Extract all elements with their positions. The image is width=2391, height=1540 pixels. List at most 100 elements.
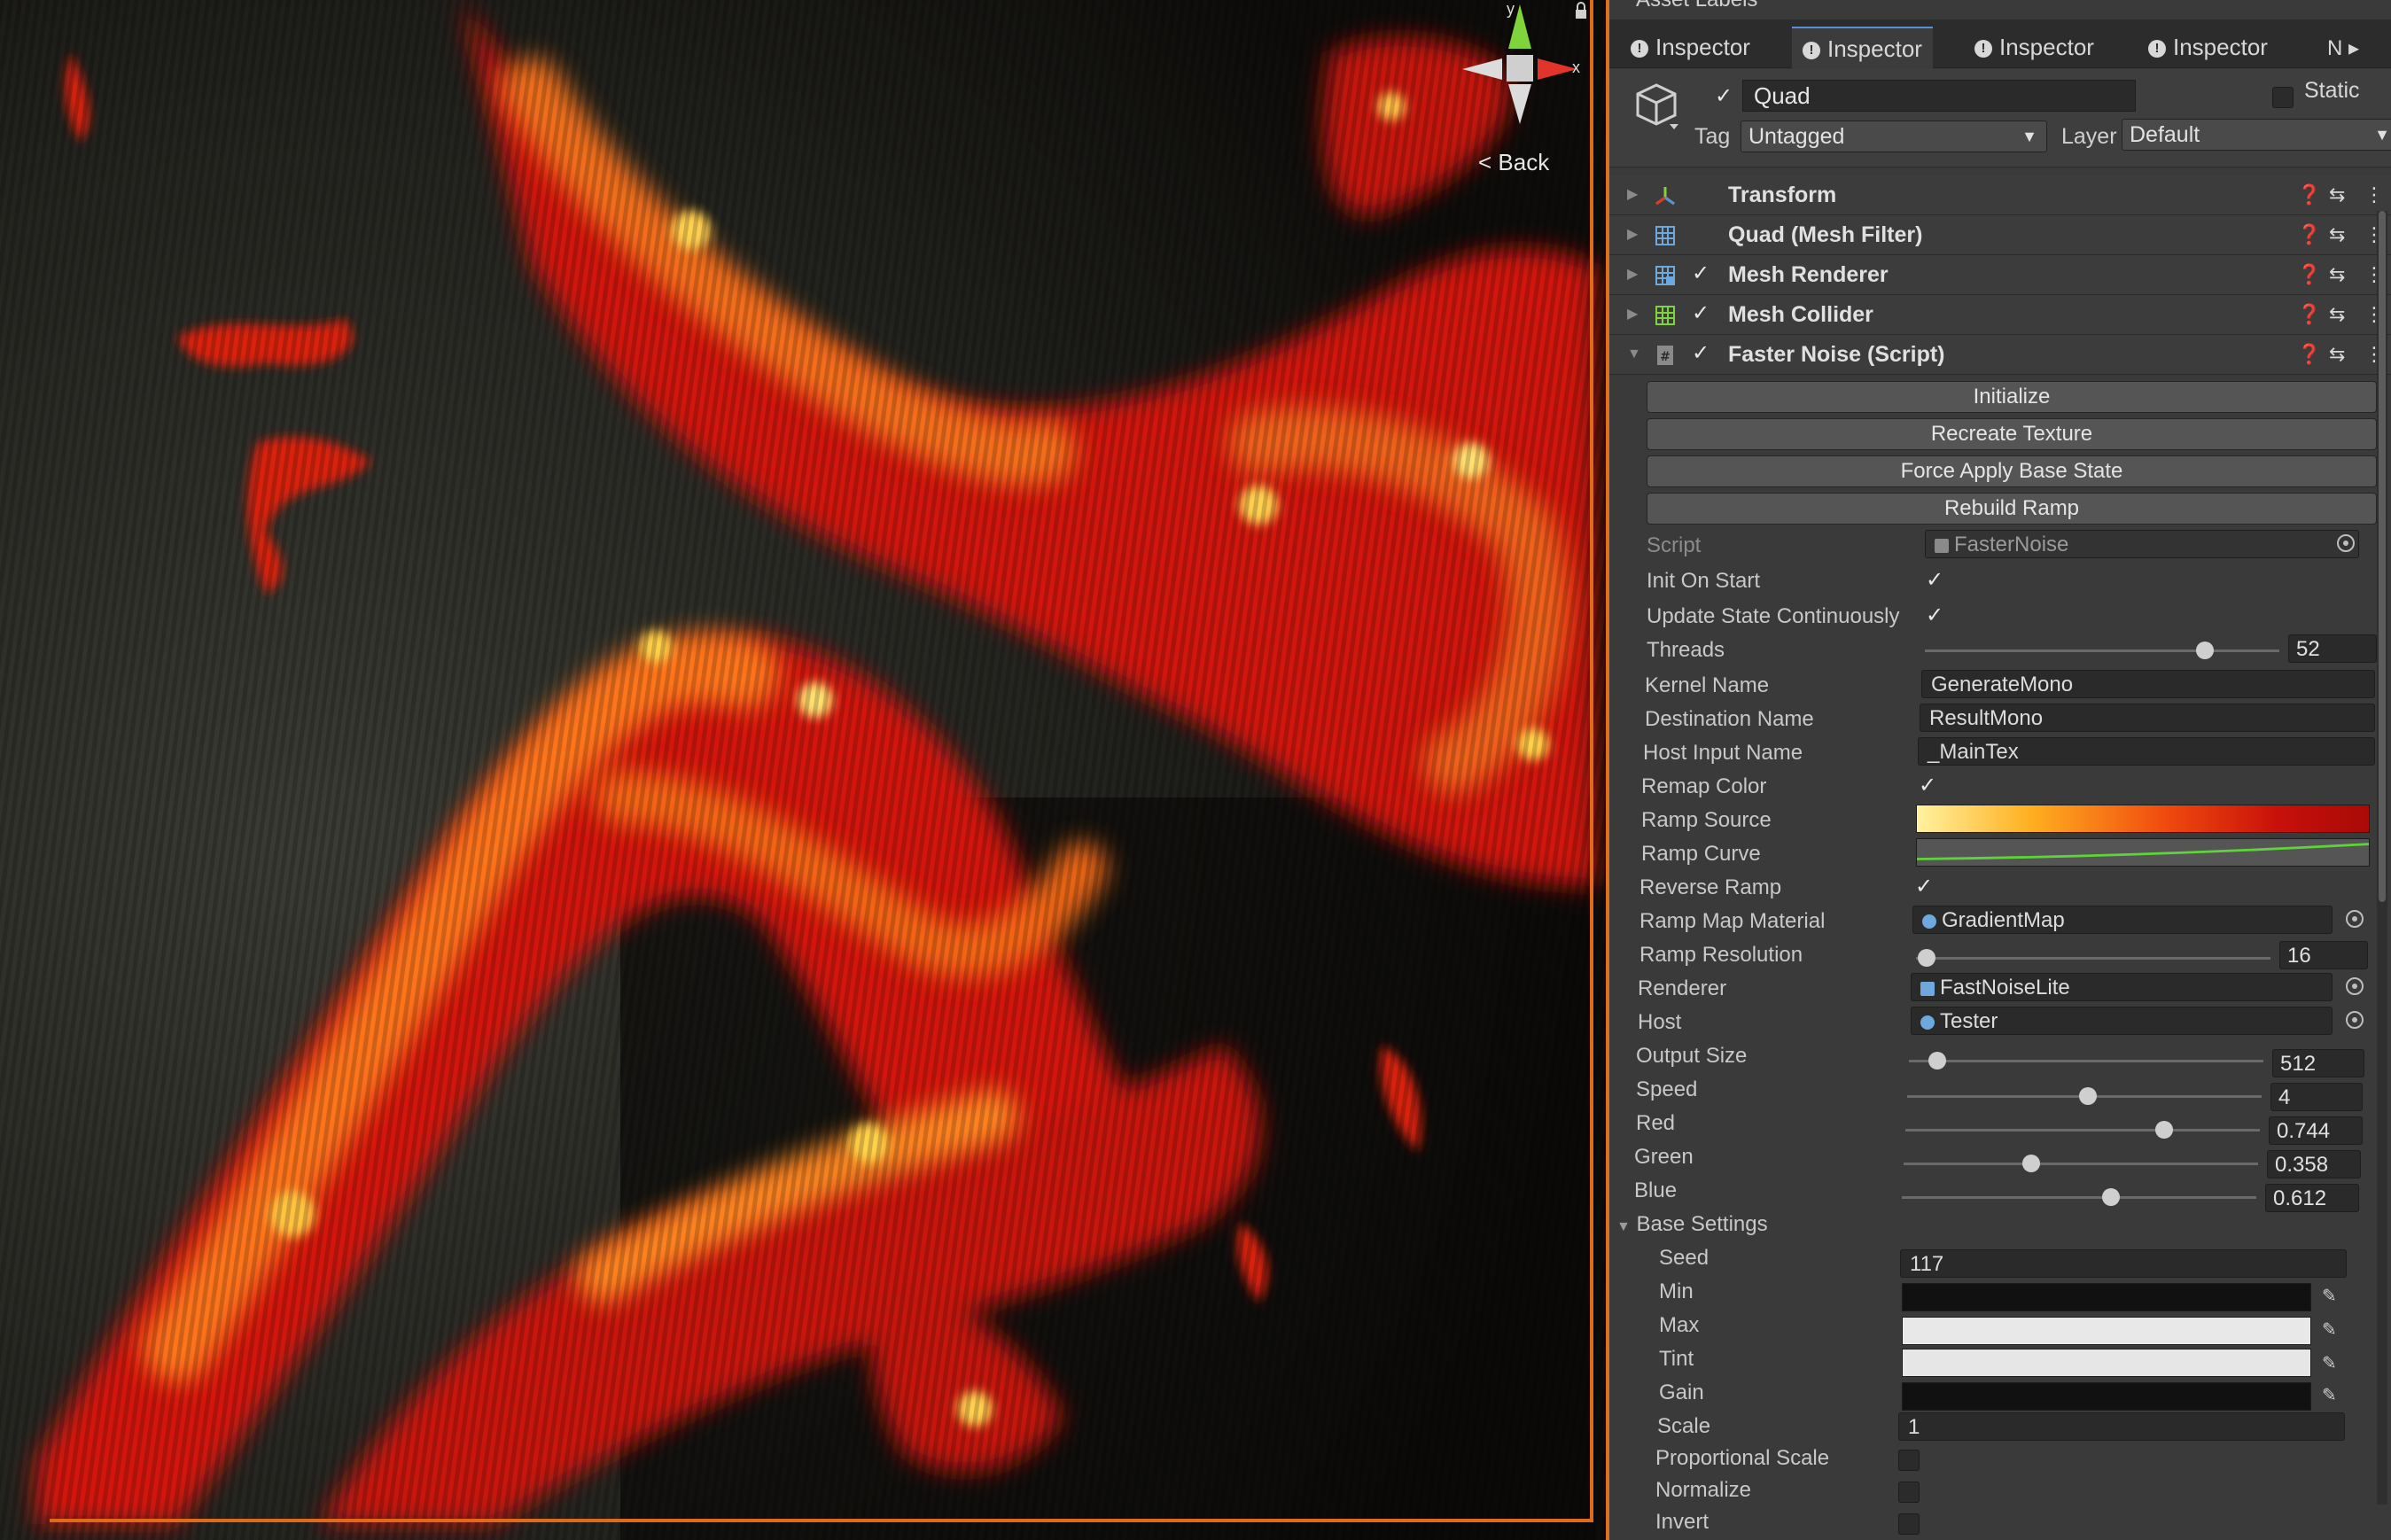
tint-color-field[interactable] xyxy=(1902,1349,2311,1377)
ramp-curve-field[interactable] xyxy=(1916,838,2370,867)
reverse-ramp-checkbox[interactable]: ✓ xyxy=(1914,876,1934,898)
preset-icon[interactable]: ⇆ xyxy=(2329,255,2345,294)
static-checkbox[interactable] xyxy=(2272,87,2294,108)
enabled-checkbox[interactable]: ✓ xyxy=(1691,263,1710,284)
help-icon[interactable]: ❓ xyxy=(2297,335,2321,374)
active-checkbox[interactable]: ✓ xyxy=(1714,86,1733,107)
fold-right-icon[interactable]: ▶ xyxy=(1627,255,1638,294)
update-state-checkbox[interactable]: ✓ xyxy=(1925,605,1944,626)
static-label: Static xyxy=(2304,78,2360,103)
tag-dropdown[interactable]: Untagged ▼ xyxy=(1741,121,2047,152)
eyedropper-icon[interactable]: ✎ xyxy=(2322,1287,2341,1306)
blue-slider[interactable] xyxy=(1902,1196,2256,1199)
threads-slider[interactable] xyxy=(1925,649,2279,652)
enabled-checkbox[interactable]: ✓ xyxy=(1691,343,1710,364)
dropdown-arrow-icon: ▼ xyxy=(2021,128,2037,145)
tab-inspector-4[interactable]: ! Inspector xyxy=(2138,27,2278,67)
normalize-checkbox[interactable] xyxy=(1898,1482,1920,1503)
eyedropper-icon[interactable]: ✎ xyxy=(2322,1354,2341,1373)
component-transform[interactable]: ▶ Transform ❓ ⇆ ⋮ xyxy=(1609,175,2391,215)
proportional-scale-checkbox[interactable] xyxy=(1898,1450,1920,1471)
object-picker-icon[interactable] xyxy=(2346,910,2364,928)
output-size-value[interactable]: 512 xyxy=(2272,1049,2364,1077)
tab-inspector-1[interactable]: ! Inspector xyxy=(1620,27,1761,67)
speed-slider-handle[interactable] xyxy=(2079,1087,2097,1105)
component-mesh-collider[interactable]: ▶ ✓ Mesh Collider ❓ ⇆ ⋮ xyxy=(1609,295,2391,335)
seed-input[interactable]: 117 xyxy=(1900,1249,2347,1278)
threads-slider-handle[interactable] xyxy=(2196,642,2214,659)
lock-icon[interactable] xyxy=(1574,2,1588,19)
green-slider-handle[interactable] xyxy=(2022,1155,2040,1172)
help-icon[interactable]: ❓ xyxy=(2297,295,2321,334)
rebuild-ramp-button[interactable]: Rebuild Ramp xyxy=(1647,493,2377,525)
renderer-field[interactable]: FastNoiseLite xyxy=(1911,973,2364,1001)
gain-color-field[interactable] xyxy=(1902,1382,2311,1411)
initialize-button[interactable]: Initialize xyxy=(1647,381,2377,413)
preset-icon[interactable]: ⇆ xyxy=(2329,215,2345,254)
blue-value[interactable]: 0.612 xyxy=(2265,1184,2359,1212)
output-size-slider[interactable] xyxy=(1909,1060,2263,1062)
script-label: Script xyxy=(1647,533,1702,557)
max-color-field[interactable] xyxy=(1902,1317,2311,1345)
output-size-slider-handle[interactable] xyxy=(1928,1052,1946,1069)
recreate-texture-button[interactable]: Recreate Texture xyxy=(1647,418,2377,450)
fold-right-icon[interactable]: ▶ xyxy=(1627,215,1638,254)
object-name-field[interactable]: Quad xyxy=(1742,80,2136,112)
fold-right-icon[interactable]: ▶ xyxy=(1627,175,1638,214)
speed-value[interactable]: 4 xyxy=(2270,1083,2363,1111)
help-icon[interactable]: ❓ xyxy=(2297,215,2321,254)
tab-inspector-2[interactable]: ! Inspector xyxy=(1792,27,1933,69)
preset-icon[interactable]: ⇆ xyxy=(2329,295,2345,334)
threads-value[interactable]: 52 xyxy=(2288,634,2377,663)
red-value[interactable]: 0.744 xyxy=(2269,1116,2363,1145)
init-on-start-checkbox[interactable]: ✓ xyxy=(1925,570,1944,591)
base-settings-foldout[interactable]: ▼ Base Settings xyxy=(1616,1212,1768,1237)
fold-right-icon[interactable]: ▶ xyxy=(1627,295,1638,334)
tab-inspector-3[interactable]: ! Inspector xyxy=(1964,27,2105,67)
object-picker-icon[interactable] xyxy=(2346,1011,2364,1029)
scrollbar-thumb[interactable] xyxy=(2379,211,2386,902)
object-picker-icon[interactable] xyxy=(2346,977,2364,995)
preset-icon[interactable]: ⇆ xyxy=(2329,175,2345,214)
layer-dropdown[interactable]: Default ▼ xyxy=(2122,119,2391,151)
host-input-name-input[interactable]: _MainTex xyxy=(1918,737,2375,766)
preset-icon[interactable]: ⇆ xyxy=(2329,335,2345,374)
component-mesh-filter[interactable]: ▶ Quad (Mesh Filter) ❓ ⇆ ⋮ xyxy=(1609,215,2391,255)
eyedropper-icon[interactable]: ✎ xyxy=(2322,1386,2341,1405)
info-icon: ! xyxy=(2148,40,2166,58)
component-faster-noise-script[interactable]: ▼ # ✓ Faster Noise (Script) ❓ ⇆ ⋮ xyxy=(1609,335,2391,375)
destination-name-input[interactable]: ResultMono xyxy=(1920,704,2375,732)
invert-checkbox[interactable] xyxy=(1898,1513,1920,1535)
blue-slider-handle[interactable] xyxy=(2102,1188,2120,1206)
eyedropper-icon[interactable]: ✎ xyxy=(2322,1320,2341,1340)
ramp-map-material-field[interactable]: GradientMap xyxy=(1912,906,2364,934)
gizmo-y-label: y xyxy=(1507,0,1515,18)
host-field[interactable]: Tester xyxy=(1911,1007,2364,1035)
force-apply-base-state-button[interactable]: Force Apply Base State xyxy=(1647,455,2377,487)
red-slider[interactable] xyxy=(1905,1129,2260,1132)
ramp-source-gradient[interactable] xyxy=(1916,805,2370,833)
ramp-resolution-value[interactable]: 16 xyxy=(2279,941,2368,969)
help-icon[interactable]: ❓ xyxy=(2297,255,2321,294)
green-value[interactable]: 0.358 xyxy=(2267,1150,2361,1178)
kernel-name-input[interactable]: GenerateMono xyxy=(1921,670,2375,698)
help-icon[interactable]: ❓ xyxy=(2297,175,2321,214)
enabled-checkbox[interactable]: ✓ xyxy=(1691,303,1710,324)
fold-down-icon[interactable]: ▼ xyxy=(1627,335,1641,374)
tab-overflow-button[interactable]: N ▸ xyxy=(2327,35,2359,61)
view-direction-label[interactable]: < Back xyxy=(1478,149,1549,176)
ramp-resolution-slider[interactable] xyxy=(1916,957,2270,960)
output-size-label: Output Size xyxy=(1636,1044,1748,1068)
component-mesh-renderer[interactable]: ▶ ✓ Mesh Renderer ❓ ⇆ ⋮ xyxy=(1609,255,2391,295)
kebab-menu-icon[interactable]: ⋮ xyxy=(2364,175,2384,214)
inspector-scrollbar[interactable] xyxy=(2377,211,2387,1505)
min-color-field[interactable] xyxy=(1902,1283,2311,1311)
ramp-resolution-label: Ramp Resolution xyxy=(1639,943,1803,967)
remap-color-checkbox[interactable]: ✓ xyxy=(1918,775,1937,797)
ramp-resolution-slider-handle[interactable] xyxy=(1918,949,1935,967)
gameobject-cube-icon[interactable] xyxy=(1632,80,1680,131)
red-slider-handle[interactable] xyxy=(2155,1121,2173,1139)
green-slider[interactable] xyxy=(1904,1163,2258,1165)
scene-view[interactable]: y x < Back xyxy=(0,0,1609,1540)
scale-input[interactable]: 1 xyxy=(1898,1412,2345,1441)
